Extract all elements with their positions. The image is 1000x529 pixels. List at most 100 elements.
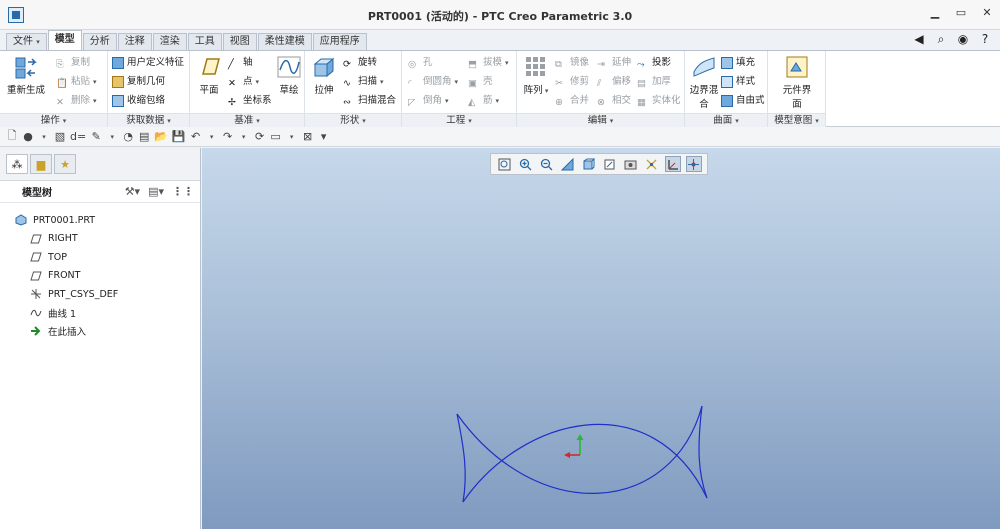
group-label-surfaces[interactable]: 曲面 ▾ <box>685 113 767 127</box>
maximize-icon[interactable]: ▭ <box>954 6 968 19</box>
tab-analysis[interactable]: 分析 <box>82 33 117 50</box>
sketch-tool-icon[interactable]: ✎ <box>90 130 102 143</box>
merge-button[interactable]: ⊕ 合并 <box>555 93 589 109</box>
group-label-datum[interactable]: 基准 ▾ <box>190 113 304 127</box>
tree-item-part[interactable]: PRT0001.PRT <box>0 211 200 230</box>
project-icon: ⤳ <box>637 59 645 70</box>
group-label-get-data[interactable]: 获取数据 ▾ <box>108 113 189 127</box>
model-tree-tab[interactable]: ⁂ <box>6 154 28 174</box>
datum-plane-icon <box>29 270 42 282</box>
draft-icon: ⬒ <box>468 59 477 70</box>
tab-file[interactable]: 文件 ▾ <box>6 33 47 50</box>
chamfer-button[interactable]: ◸ 倒角 ▾ <box>408 93 449 109</box>
copy-button[interactable]: ⎘ 复制 <box>56 55 90 71</box>
sketch-button[interactable]: 草绘 <box>272 54 306 96</box>
group-label-editing[interactable]: 编辑 ▾ <box>517 113 684 127</box>
tab-annotate[interactable]: 注释 <box>117 33 152 50</box>
tab-view[interactable]: 视图 <box>222 33 257 50</box>
freestyle-button[interactable]: 自由式 <box>721 93 765 109</box>
hole-button[interactable]: ◎ 孔 <box>408 55 433 71</box>
group-label-engineering[interactable]: 工程 ▾ <box>402 113 516 127</box>
community-icon[interactable]: ◉ <box>956 32 970 47</box>
regenerate-small-icon[interactable]: ⟳ <box>254 130 266 143</box>
revolve-button[interactable]: ⟳ 旋转 <box>343 55 377 71</box>
delete-button[interactable]: ✕ 删除 ▾ <box>56 93 97 109</box>
shell-button[interactable]: ▣ 壳 <box>468 74 493 90</box>
analysis-icon[interactable]: ◔ <box>122 130 134 143</box>
back-icon[interactable]: ◀ <box>912 32 926 47</box>
style-button[interactable]: 样式 <box>721 74 755 90</box>
regenerate-button[interactable]: 重新生成 <box>6 54 46 96</box>
tree-filter-icon[interactable]: ▤▾ <box>148 185 164 198</box>
group-operations: 重新生成 ⎘ 复制 📋 粘贴 ▾ ✕ 删除 ▾ 操作 ▾ <box>0 51 108 127</box>
minimize-icon[interactable]: ▁ <box>928 6 942 19</box>
curve-upper-arc[interactable] <box>462 423 708 503</box>
graphics-window[interactable] <box>202 148 1000 529</box>
tab-tools[interactable]: 工具 <box>187 33 222 50</box>
undo-icon[interactable]: ↶ <box>190 130 202 143</box>
windows-icon[interactable]: ▭ <box>270 130 282 143</box>
intersect-button[interactable]: ⊗ 相交 <box>597 93 631 109</box>
solidify-button[interactable]: ▦ 实体化 <box>637 93 681 109</box>
open-icon[interactable]: 📂 <box>154 130 168 143</box>
folder-browser-tab[interactable]: ▆ <box>30 154 52 174</box>
tree-item-curve[interactable]: 曲线 1 <box>0 304 200 323</box>
csys-button[interactable]: ✢ 坐标系 <box>228 93 272 109</box>
tree-item-csys[interactable]: PRT_CSYS_DEF <box>0 285 200 304</box>
save-icon[interactable]: 💾 <box>172 130 186 143</box>
project-button[interactable]: ⤳ 投影 <box>637 55 671 71</box>
ribbon: 重新生成 ⎘ 复制 📋 粘贴 ▾ ✕ 删除 ▾ 操作 ▾ 用户定义特征 复制几何 收缩包络… <box>0 50 1000 127</box>
tree-item-insert-here[interactable]: 在此插入 <box>0 322 200 341</box>
rib-button[interactable]: ◭ 筋 ▾ <box>468 93 499 109</box>
tab-render[interactable]: 渲染 <box>152 33 187 50</box>
swept-blend-button[interactable]: ∾ 扫描混合 <box>343 93 396 109</box>
extend-button[interactable]: ⇥ 延伸 <box>597 55 631 71</box>
copy-geometry-button[interactable]: 复制几何 <box>112 74 165 90</box>
curve-left-tail[interactable] <box>456 413 466 503</box>
sweep-button[interactable]: ∿ 扫描 ▾ <box>343 74 384 90</box>
tree-settings-icon[interactable]: ⚒▾ <box>125 185 140 198</box>
tree-item-top[interactable]: TOP <box>0 248 200 267</box>
datum-plane-icon <box>202 58 220 75</box>
tab-applications[interactable]: 应用程序 <box>312 33 367 50</box>
paste-button[interactable]: 📋 粘贴 ▾ <box>56 74 97 90</box>
customize-qat-icon[interactable]: ▾ <box>318 130 330 143</box>
tree-item-front[interactable]: FRONT <box>0 267 200 286</box>
component-interface-button[interactable]: 元件界面 <box>780 54 814 110</box>
thicken-button[interactable]: ▤ 加厚 <box>637 74 671 90</box>
parameters-icon[interactable]: d= <box>70 130 86 143</box>
group-label-operations[interactable]: 操作 ▾ <box>0 113 107 127</box>
point-button[interactable]: ✕ 点 ▾ <box>228 74 259 90</box>
help-icon[interactable]: ? <box>978 32 992 47</box>
group-label-model-intent[interactable]: 模型意图 ▾ <box>768 113 825 127</box>
close-icon[interactable]: ✕ <box>980 6 994 19</box>
favorites-icon: ★ <box>60 157 70 171</box>
close-window-icon[interactable]: ⊠ <box>302 130 314 143</box>
tree-item-right[interactable]: RIGHT <box>0 230 200 249</box>
tab-flexible-modeling[interactable]: 柔性建模 <box>257 33 312 50</box>
model-tree-icon[interactable]: ▤ <box>138 130 150 143</box>
round-button[interactable]: ◜ 倒圆角 ▾ <box>408 74 458 90</box>
trim-button[interactable]: ✂ 修剪 <box>555 74 589 90</box>
new-icon[interactable]: 🗋 <box>6 127 18 146</box>
freestyle-icon <box>721 95 733 107</box>
pattern-button[interactable]: 阵列 ▾ <box>519 54 553 96</box>
mirror-button[interactable]: ⧉ 镜像 <box>555 55 589 71</box>
redo-icon[interactable]: ↷ <box>222 130 234 143</box>
search-icon[interactable]: ⌕ <box>934 32 948 47</box>
tree-columns-icon[interactable]: ⋮⋮ <box>172 185 194 198</box>
group-label-shapes[interactable]: 形状 ▾ <box>305 113 401 127</box>
shrinkwrap-button[interactable]: 收缩包络 <box>112 93 165 109</box>
extrude-button[interactable]: 拉伸 <box>307 54 341 96</box>
axis-button[interactable]: ╱ 轴 <box>228 55 253 71</box>
fill-button[interactable]: 填充 <box>721 55 755 71</box>
appearance-icon[interactable]: ● <box>22 130 34 143</box>
udf-button[interactable]: 用户定义特征 <box>112 55 184 71</box>
tab-model[interactable]: 模型 <box>47 30 82 50</box>
draft-button[interactable]: ⬒ 拔模 ▾ <box>468 55 509 71</box>
favorites-tab[interactable]: ★ <box>54 154 76 174</box>
display-style-icon[interactable]: ▧ <box>54 130 66 143</box>
boundary-blend-button[interactable]: 边界混合 <box>687 54 721 110</box>
offset-button[interactable]: ⫽ 偏移 <box>597 74 631 90</box>
plane-button[interactable]: 平面 <box>192 54 226 96</box>
